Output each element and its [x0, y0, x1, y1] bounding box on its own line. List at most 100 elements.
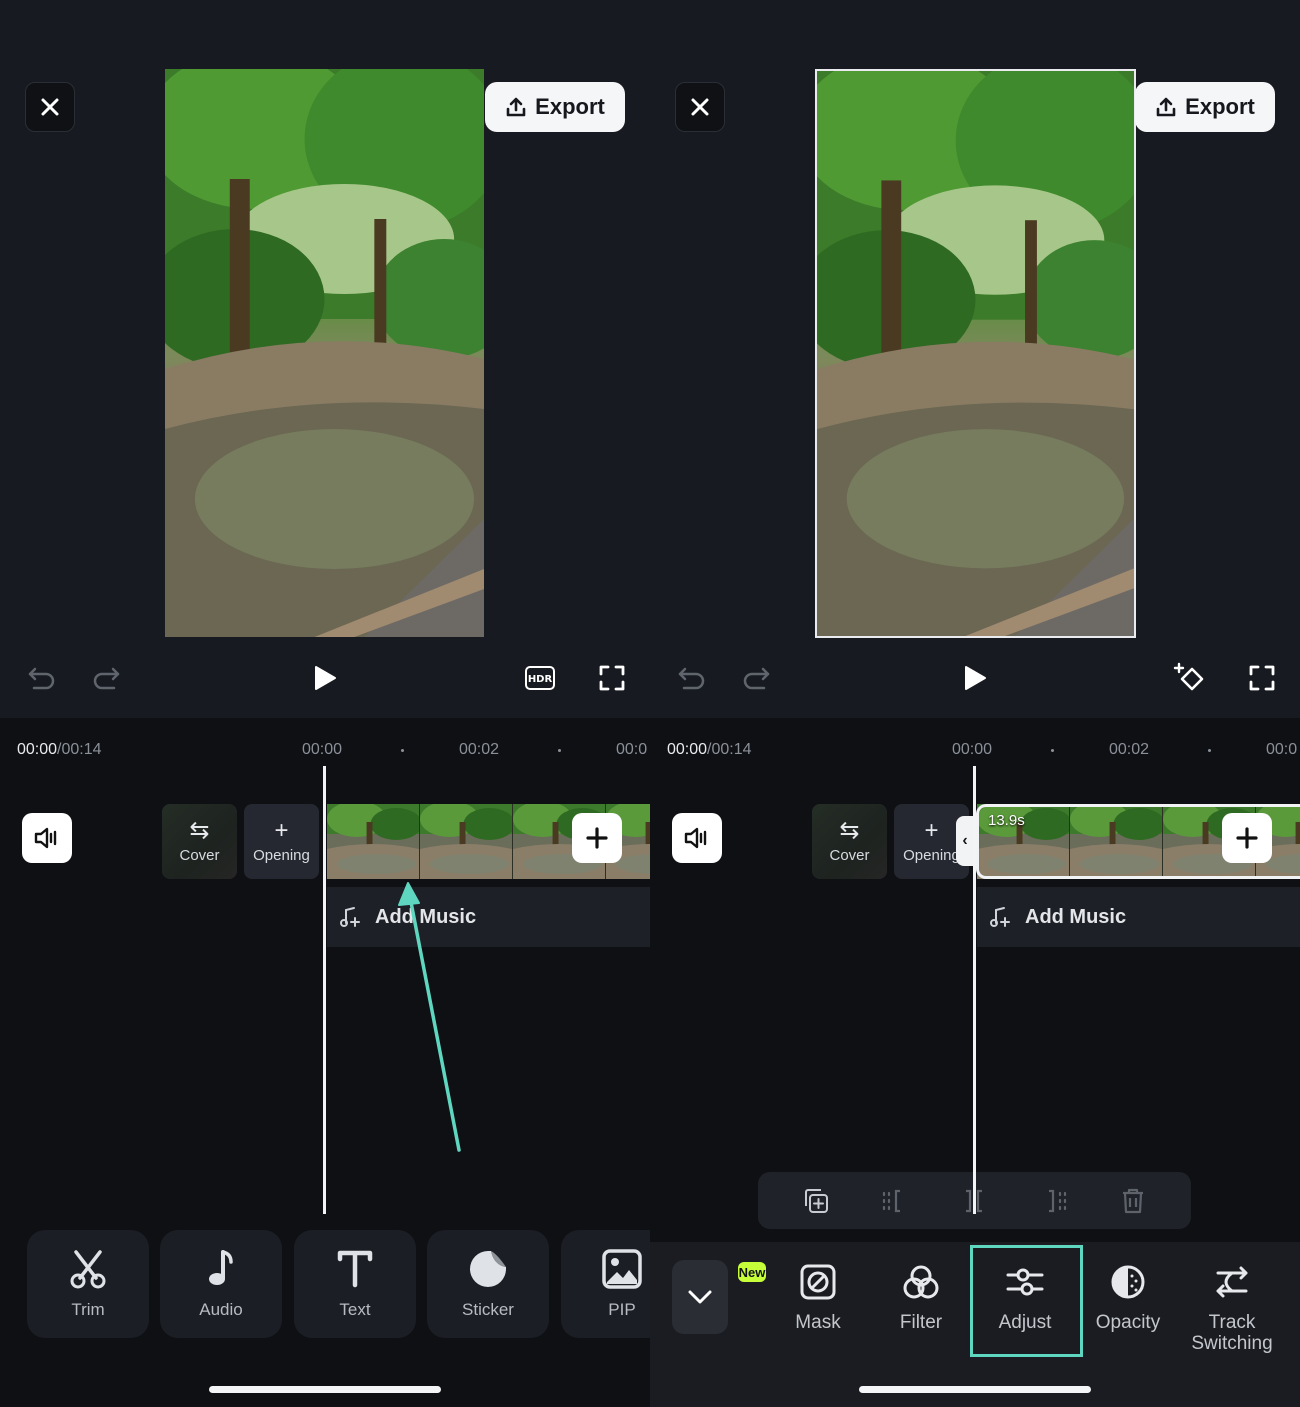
play-icon	[315, 666, 336, 690]
video-preview-selected[interactable]	[815, 69, 1136, 638]
add-music-label: Add Music	[1025, 905, 1127, 928]
music-add-icon	[990, 907, 1010, 927]
tool-label: Opacity	[1095, 1312, 1161, 1333]
undo-button[interactable]	[672, 658, 712, 698]
redo-button[interactable]	[86, 658, 126, 698]
mute-button[interactable]	[22, 813, 72, 863]
video-preview	[165, 69, 484, 637]
clip-frame	[327, 804, 420, 879]
hdr-button[interactable]: HDR	[520, 658, 560, 698]
ruler-label: 00:02	[459, 741, 500, 758]
tool-label: Mask	[795, 1312, 841, 1333]
redo-icon	[93, 667, 120, 690]
trim-end-icon	[1048, 1189, 1066, 1212]
collapse-panel-button[interactable]	[672, 1260, 728, 1334]
add-music-label: Add Music	[375, 905, 477, 928]
ruler-label: 00:02	[1109, 741, 1150, 758]
tool-opacity[interactable]: Opacity	[1078, 1262, 1178, 1354]
filter-icon	[903, 1265, 939, 1299]
close-button[interactable]	[675, 82, 725, 132]
tool-text[interactable]: Text	[294, 1230, 416, 1338]
music-add-icon	[340, 907, 360, 927]
undo-icon	[28, 667, 55, 690]
opening-button[interactable]: + Opening	[244, 804, 319, 879]
export-button[interactable]: Export	[1135, 82, 1275, 132]
home-indicator	[209, 1386, 441, 1393]
swap-icon: ⇆	[189, 817, 210, 844]
playhead[interactable]	[323, 766, 326, 1214]
tool-mask[interactable]: Mask	[768, 1262, 868, 1354]
ruler-label: 00:00	[302, 741, 343, 758]
add-music-track[interactable]: Add Music	[327, 887, 650, 947]
ruler-label: 00:0	[1266, 741, 1298, 758]
upload-icon	[506, 97, 526, 117]
add-clip-button[interactable]	[1222, 813, 1272, 863]
tool-trim[interactable]: Trim	[27, 1230, 149, 1338]
mute-button[interactable]	[672, 813, 722, 863]
time-display: 00:00/00:14	[17, 741, 102, 759]
ruler-label: 00:0	[616, 741, 648, 758]
cover-label: Cover	[829, 847, 870, 864]
clip-frame	[420, 804, 513, 879]
clip-trim-handle[interactable]: ‹	[956, 816, 974, 866]
tool-label: PIP	[608, 1300, 636, 1319]
cover-button[interactable]: ⇆ Cover	[162, 804, 237, 879]
tool-track-switching[interactable]: Track Switching	[1182, 1262, 1282, 1354]
time-current: 00:00	[17, 741, 58, 758]
cover-label: Cover	[179, 847, 220, 864]
scissors-icon	[70, 1250, 106, 1289]
keyframe-add-icon	[1173, 662, 1204, 691]
play-icon	[965, 666, 986, 690]
add-music-track[interactable]: Add Music	[977, 887, 1300, 947]
close-button[interactable]	[25, 82, 75, 132]
adjust-highlight	[970, 1245, 1083, 1357]
home-indicator	[859, 1386, 1091, 1393]
fullscreen-button[interactable]	[592, 658, 632, 698]
tool-pip[interactable]: PIP	[561, 1230, 650, 1338]
delete-button[interactable]	[1118, 1186, 1148, 1216]
ruler-dot	[558, 749, 561, 752]
keyframe-button[interactable]	[1170, 658, 1210, 698]
playhead[interactable]	[973, 766, 976, 1214]
fullscreen-icon	[599, 665, 625, 691]
undo-icon	[678, 667, 705, 690]
redo-button[interactable]	[736, 658, 776, 698]
plus-icon: +	[924, 817, 939, 844]
tool-audio[interactable]: Audio	[160, 1230, 282, 1338]
export-label: Export	[535, 94, 605, 119]
close-icon	[691, 98, 709, 116]
speaker-icon	[34, 827, 57, 849]
left-screen: Export HDR 00:00/00:14 00:00 00:02 00:0 …	[0, 0, 650, 1407]
duplicate-icon	[804, 1188, 828, 1213]
clip-duration: 13.9s	[988, 812, 1025, 829]
ruler-dot	[1051, 749, 1054, 752]
trim-end-button[interactable]	[1039, 1186, 1069, 1216]
tool-label: Text	[339, 1300, 371, 1319]
time-display: 00:00/00:14	[667, 741, 752, 759]
tool-label: Sticker	[462, 1300, 514, 1319]
undo-button[interactable]	[22, 658, 62, 698]
export-label: Export	[1185, 94, 1255, 119]
fullscreen-button[interactable]	[1242, 658, 1282, 698]
duplicate-button[interactable]	[801, 1186, 831, 1216]
mask-icon	[800, 1264, 836, 1300]
new-badge: New	[738, 1262, 766, 1282]
pip-icon	[602, 1249, 642, 1289]
tool-label: Trim	[71, 1300, 105, 1319]
tool-filter[interactable]: Filter	[871, 1262, 971, 1354]
play-button[interactable]	[955, 658, 995, 698]
sticker-icon	[470, 1251, 506, 1287]
svg-text:HDR: HDR	[528, 674, 553, 685]
trim-start-button[interactable]	[880, 1186, 910, 1216]
time-total: /00:14	[707, 741, 752, 758]
cover-button[interactable]: ⇆ Cover	[812, 804, 887, 879]
tool-label: Filter	[899, 1312, 943, 1333]
ruler-dot	[1208, 749, 1211, 752]
play-button[interactable]	[305, 658, 345, 698]
export-button[interactable]: Export	[485, 82, 625, 132]
opening-label: Opening	[903, 847, 960, 864]
music-note-icon	[209, 1250, 233, 1285]
tool-sticker[interactable]: Sticker	[427, 1230, 549, 1338]
add-clip-button[interactable]	[572, 813, 622, 863]
ruler-dot	[401, 749, 404, 752]
